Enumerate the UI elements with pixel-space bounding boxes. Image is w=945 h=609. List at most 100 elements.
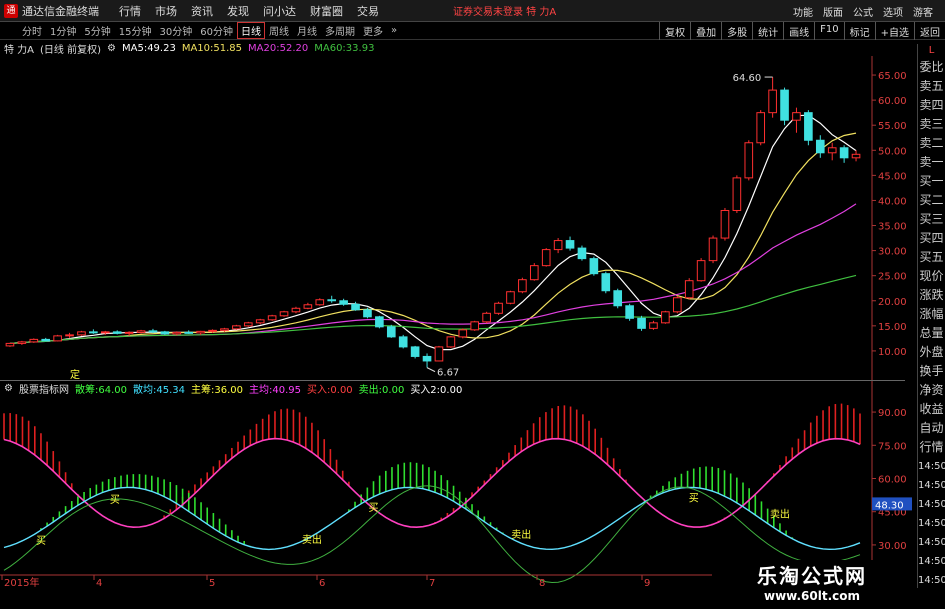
candle-body: [327, 299, 337, 302]
candle-body: [136, 330, 146, 333]
price-tick-label: 60.00: [878, 96, 907, 107]
menu-function[interactable]: 功能: [793, 4, 813, 19]
ind-field-buy2: 买入2:0.00: [410, 385, 463, 396]
price-tick-label: 30.00: [878, 247, 907, 258]
sidebar-item[interactable]: 14:50: [918, 533, 945, 552]
button-draw-line[interactable]: 画线: [783, 22, 814, 40]
menu-item-trade[interactable]: 交易: [357, 3, 379, 19]
settings-gear-icon[interactable]: ⚙: [107, 43, 116, 54]
sidebar-item[interactable]: 换手: [918, 362, 945, 381]
tab-1min[interactable]: 1分钟: [46, 23, 80, 38]
indicator-tick-label: 30.00: [878, 541, 907, 552]
menu-layout[interactable]: 版面: [823, 4, 843, 19]
candle-body: [780, 89, 789, 121]
menu-item-discover[interactable]: 发现: [227, 3, 249, 19]
candle-body: [589, 258, 599, 275]
sidebar-item[interactable]: 买三: [918, 210, 945, 229]
candle-body: [196, 330, 205, 334]
sidebar-item[interactable]: 委比: [918, 58, 945, 77]
sidebar-item[interactable]: 卖二: [918, 134, 945, 153]
candle-body: [804, 112, 813, 141]
login-status[interactable]: 证券交易未登录 特 力A: [453, 3, 556, 18]
menu-item-markets[interactable]: 市场: [155, 3, 177, 19]
button-back[interactable]: 返回: [914, 22, 945, 40]
tab-weekly[interactable]: 周线: [265, 23, 293, 38]
price-tick-label: 15.00: [878, 322, 907, 333]
sidebar-item[interactable]: 涨跌: [918, 286, 945, 305]
button-multi-stock[interactable]: 多股: [721, 22, 752, 40]
tab-daily[interactable]: 日线: [236, 22, 265, 39]
tab-60min[interactable]: 60分钟: [196, 23, 237, 38]
sidebar-item[interactable]: 行情: [918, 438, 945, 457]
sidebar-item[interactable]: 14:50: [918, 495, 945, 514]
sidebar-item[interactable]: 净资: [918, 381, 945, 400]
menu-guest[interactable]: 游客: [913, 4, 933, 19]
sidebar-item[interactable]: 卖一: [918, 153, 945, 172]
sidebar-item[interactable]: 14:50: [918, 571, 945, 590]
candle-body: [160, 331, 170, 335]
button-mark[interactable]: 标记: [843, 22, 875, 40]
tab-more[interactable]: 更多: [359, 23, 387, 38]
tab-15min[interactable]: 15分钟: [115, 23, 156, 38]
sidebar-item[interactable]: 卖四: [918, 96, 945, 115]
menu-item-wealth[interactable]: 财富圈: [310, 3, 343, 19]
menu-item-ask[interactable]: 问小达: [263, 3, 296, 19]
candle-body: [220, 328, 229, 331]
sidebar-item[interactable]: 买四: [918, 229, 945, 248]
sidebar-item[interactable]: 卖三: [918, 115, 945, 134]
candle-body: [112, 331, 122, 334]
current-value-tag: 48.30: [875, 500, 904, 511]
sell-signal-label: 卖出: [511, 528, 531, 541]
indicator-info-bar: ⚙ 股票指标网 散筹:64.00 散均:45.34 主筹:36.00 主均:40…: [0, 380, 905, 396]
tab-timeshare[interactable]: 分时: [18, 23, 46, 38]
candle-body: [696, 260, 706, 282]
candle-body: [208, 329, 217, 332]
button-overlay[interactable]: 叠加: [690, 22, 721, 40]
ma20-label: MA20:52.20: [248, 42, 309, 54]
sidebar-item[interactable]: 卖五: [918, 77, 945, 96]
menu-formula[interactable]: 公式: [853, 4, 873, 19]
menu-item-news[interactable]: 资讯: [191, 3, 213, 19]
sidebar-item[interactable]: 买一: [918, 172, 945, 191]
sidebar-item[interactable]: 收益: [918, 400, 945, 419]
sidebar-item[interactable]: 14:50: [918, 457, 945, 476]
sidebar-item[interactable]: 总量: [918, 324, 945, 343]
tab-30min[interactable]: 30分钟: [155, 23, 196, 38]
candle-body: [792, 112, 801, 121]
tab-more-arrow-icon[interactable]: »: [387, 25, 401, 36]
candle-body: [172, 331, 182, 335]
sidebar-item[interactable]: 14:50: [918, 552, 945, 571]
tab-multi-period[interactable]: 多周期: [321, 23, 359, 38]
sidebar-item[interactable]: 14:50: [918, 476, 945, 495]
candle-body: [267, 315, 277, 321]
period-tab-bar: 分时 1分钟 5分钟 15分钟 30分钟 60分钟 日线 周线 月线 多周期 更…: [0, 22, 945, 40]
candle-body: [529, 265, 539, 281]
button-restore-rights[interactable]: 复权: [659, 22, 690, 40]
candle-body: [756, 112, 766, 144]
candle-body: [243, 322, 253, 327]
sidebar-item[interactable]: 自动: [918, 419, 945, 438]
button-f10[interactable]: F10: [814, 22, 843, 40]
sidebar-item[interactable]: 14:50: [918, 514, 945, 533]
button-add-watchlist[interactable]: +自选: [874, 22, 914, 40]
indicator-gear-icon[interactable]: ⚙: [4, 383, 13, 394]
price-tick-label: 65.00: [878, 71, 907, 82]
ma60-line: [9, 274, 857, 344]
chart-area[interactable]: 65.00 60.00 55.00 50.00 45.00 40.00 35.00 30.00…: [0, 56, 917, 589]
menu-options[interactable]: 选项: [883, 4, 903, 19]
sidebar-item[interactable]: 买二: [918, 191, 945, 210]
sidebar-item[interactable]: 买五: [918, 248, 945, 267]
candle-body: [768, 89, 777, 114]
candle-body: [577, 247, 587, 260]
time-tick-label: 6: [319, 578, 325, 589]
menu-item-market[interactable]: 行情: [119, 3, 141, 19]
sidebar-item[interactable]: 外盘: [918, 343, 945, 362]
tab-5min[interactable]: 5分钟: [80, 23, 114, 38]
button-statistics[interactable]: 统计: [752, 22, 783, 40]
candle-body: [422, 355, 432, 362]
sidebar-item[interactable]: 现价: [918, 267, 945, 286]
candle-body: [375, 316, 384, 328]
tab-monthly[interactable]: 月线: [293, 23, 321, 38]
sidebar-item[interactable]: 涨幅: [918, 305, 945, 324]
stock-name: 特 力A: [4, 44, 35, 56]
